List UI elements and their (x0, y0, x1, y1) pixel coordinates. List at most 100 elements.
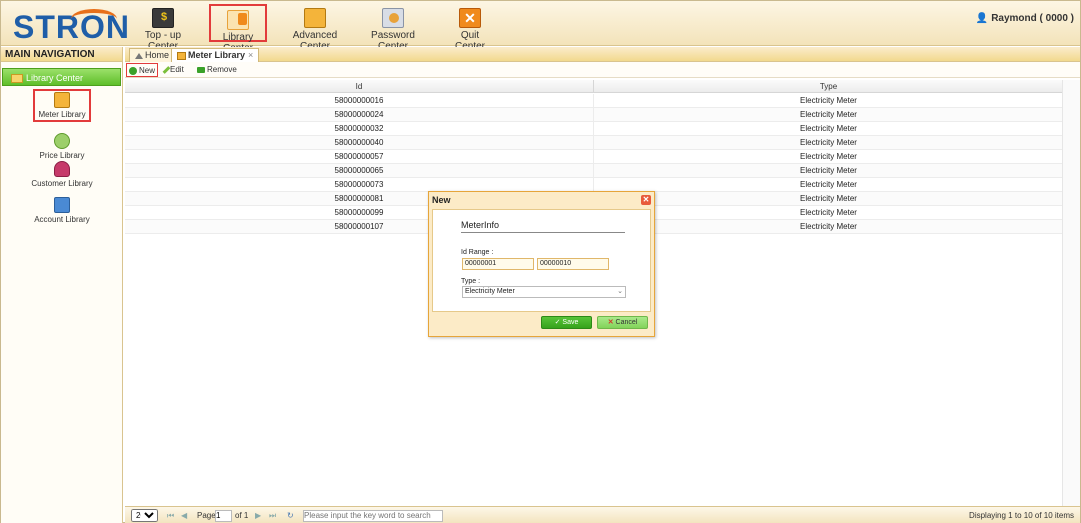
folder-icon (11, 74, 23, 84)
sidebar-item-label: Account Library (34, 215, 90, 224)
dialog-title-text: New (432, 195, 451, 205)
cell-type: Electricity Meter (800, 208, 857, 217)
sidebar-item-customer-library[interactable]: Customer Library (1, 161, 123, 188)
table-row[interactable]: 58000000065 Electricity Meter (125, 164, 1062, 178)
dialog-close-icon[interactable]: ✕ (641, 195, 651, 205)
pager: 20 ⏮ ◀ Page of 1 ▶ ⏭ ↻ Displaying 1 to 1… (125, 506, 1080, 523)
new-meter-dialog: New ✕ MeterInfo Id Range : 00000001 0000… (428, 191, 655, 337)
table-row[interactable]: 58000000057 Electricity Meter (125, 150, 1062, 164)
pager-summary: Displaying 1 to 10 of 10 items (969, 511, 1074, 520)
table-row[interactable]: 58000000016 Electricity Meter (125, 94, 1062, 108)
toolbar: New Edit Remove (125, 62, 1080, 78)
library-icon (227, 10, 249, 30)
table-row[interactable]: 58000000032 Electricity Meter (125, 122, 1062, 136)
cell-type: Electricity Meter (800, 110, 857, 119)
search-input[interactable] (303, 509, 443, 522)
table-row[interactable]: 58000000040 Electricity Meter (125, 136, 1062, 150)
cell-id: 58000000057 (125, 150, 594, 164)
cell-id: 58000000040 (125, 136, 594, 150)
cell-type: Electricity Meter (800, 96, 857, 105)
sidebar-item-price-library[interactable]: Price Library (1, 133, 123, 160)
page-label: Page (197, 511, 216, 520)
save-button-label: Save (562, 319, 579, 326)
user-info[interactable]: 👤 Raymond ( 0000 ) (976, 13, 1074, 24)
edit-button[interactable]: Edit (162, 63, 186, 77)
cell-id: 58000000032 (125, 122, 594, 136)
sidebar-item-meter-library[interactable]: Meter Library (1, 89, 123, 122)
grid-header: Id Type (125, 80, 1062, 93)
dialog-body: MeterInfo Id Range : 00000001 00000010 T… (432, 209, 651, 312)
user-icon: 👤 (975, 13, 989, 24)
new-button-label: New (139, 66, 156, 75)
first-page-icon[interactable]: ⏮ (167, 508, 174, 523)
next-page-icon[interactable]: ▶ (255, 508, 261, 523)
cell-type: Electricity Meter (800, 124, 857, 133)
cancel-button[interactable]: ✕ Cancel (597, 316, 648, 329)
cancel-icon: ✕ (607, 319, 614, 326)
type-select[interactable]: Electricity Meter ⌄ (462, 286, 626, 298)
sidebar-group-library-center[interactable]: Library Center (2, 68, 121, 86)
remove-icon (197, 66, 205, 73)
tab-meter-library[interactable]: Meter Library × (171, 48, 260, 62)
last-page-icon[interactable]: ⏭ (269, 508, 276, 523)
save-button[interactable]: ✓ Save (541, 316, 592, 329)
cell-type: Electricity Meter (800, 166, 857, 175)
menu-library-center[interactable]: Library Center (209, 4, 267, 54)
cell-type: Electricity Meter (800, 222, 857, 231)
sidebar-item-label: Customer Library (31, 179, 93, 188)
column-header-id[interactable]: Id (125, 80, 594, 93)
sidebar-item-account-library[interactable]: Account Library (1, 197, 123, 224)
logo-arc (71, 9, 117, 29)
column-header-type[interactable]: Type (595, 80, 1062, 93)
id-range-from-input[interactable]: 00000001 (462, 258, 534, 270)
remove-button-label: Remove (207, 65, 237, 74)
grid-scrollbar[interactable] (1062, 80, 1080, 506)
sidebar: MAIN NAVIGATION Library Center Meter Lib… (1, 47, 123, 523)
cancel-button-label: Cancel (615, 319, 638, 326)
topup-icon: $ (152, 8, 174, 28)
table-row[interactable]: 58000000073 Electricity Meter (125, 178, 1062, 192)
page-number-input[interactable] (215, 509, 232, 522)
prev-page-icon[interactable]: ◀ (181, 508, 187, 523)
meter-tab-icon (177, 51, 186, 60)
add-icon (129, 66, 137, 75)
section-title: MeterInfo (461, 220, 625, 233)
tab-close-icon[interactable]: × (248, 50, 253, 60)
page-size-select[interactable]: 20 (131, 509, 158, 522)
cell-type: Electricity Meter (800, 152, 857, 161)
top-header: STRON $ Top - up Center Library Center A… (1, 1, 1080, 54)
menu-quit-center[interactable]: ✕ Quit Center (447, 4, 493, 52)
quit-icon: ✕ (459, 8, 481, 28)
new-button[interactable]: New (126, 63, 159, 77)
sidebar-item-label: Price Library (39, 151, 85, 160)
app-window: STRON $ Top - up Center Library Center A… (0, 0, 1081, 523)
cell-id: 58000000016 (125, 94, 594, 108)
cell-id: 58000000073 (125, 178, 594, 192)
tab-home[interactable]: Home (129, 48, 176, 62)
table-row[interactable]: 58000000024 Electricity Meter (125, 108, 1062, 122)
price-icon (54, 133, 70, 149)
tab-label: Meter Library (188, 50, 246, 60)
cell-id: 58000000065 (125, 164, 594, 178)
sidebar-title: MAIN NAVIGATION (1, 47, 122, 62)
check-icon: ✓ (554, 319, 561, 326)
user-name: Raymond ( 0000 ) (991, 13, 1074, 24)
customer-icon (54, 161, 70, 177)
remove-button[interactable]: Remove (195, 63, 239, 77)
menu-password-center[interactable]: Password Center (362, 4, 424, 52)
type-select-value: Electricity Meter (465, 288, 515, 295)
id-range-to-input[interactable]: 00000010 (537, 258, 609, 270)
cell-type: Electricity Meter (800, 194, 857, 203)
menu-topup-center[interactable]: $ Top - up Center (135, 4, 191, 52)
sidebar-group-label: Library Center (26, 73, 84, 83)
cell-id: 58000000024 (125, 108, 594, 122)
chevron-down-icon: ⌄ (617, 288, 623, 295)
menu-advanced-center[interactable]: Advanced Center (285, 4, 345, 52)
id-range-label: Id Range : (461, 249, 494, 256)
tab-bar: Home Meter Library × (125, 47, 1080, 62)
edit-button-label: Edit (170, 65, 184, 74)
sidebar-item-label: Meter Library (38, 110, 86, 119)
refresh-icon[interactable]: ↻ (287, 508, 294, 523)
meter-icon (54, 92, 70, 108)
dialog-title: New ✕ (429, 192, 654, 208)
